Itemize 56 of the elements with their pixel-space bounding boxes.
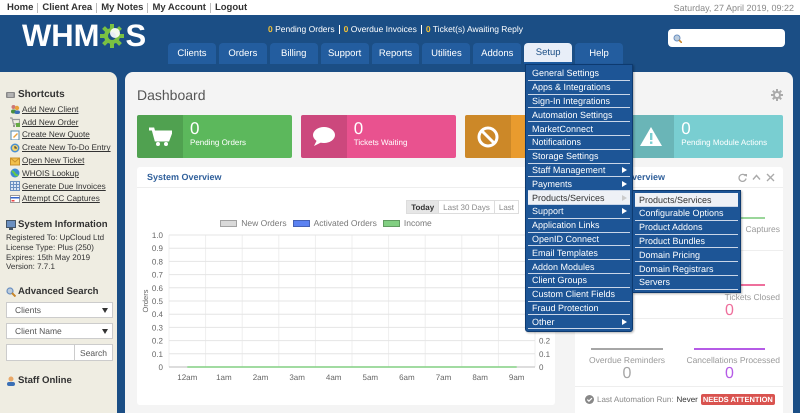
- axis-label: 0.9: [152, 244, 163, 254]
- metric-label: Tickets Closed: [724, 292, 780, 302]
- axis-label: 0.2: [152, 336, 163, 346]
- info-line: Registered To: UpCloud Ltd: [6, 233, 106, 244]
- axis-label: 4am: [326, 373, 342, 382]
- axis-label: 0.3: [152, 323, 163, 332]
- logo-text: S: [125, 20, 146, 50]
- card-count: 0: [681, 120, 691, 138]
- date-text: Saturday, 27 April 2019, 09:22: [674, 2, 794, 12]
- info-line: Version: 7.7.1: [6, 262, 56, 272]
- card-label: Pending Module Actions: [681, 138, 768, 147]
- axis-label: 7am: [436, 373, 452, 382]
- axis-label: 12am: [177, 373, 198, 382]
- axis-label: 0.4: [152, 310, 163, 320]
- card-count: 0: [354, 120, 364, 138]
- section-heading: Advanced Search: [18, 286, 99, 298]
- panel-title: verview: [632, 172, 666, 182]
- legend-label: Activated Orders: [314, 218, 377, 228]
- axis-label: 0.8: [152, 257, 163, 266]
- section-heading: System Information: [18, 219, 108, 230]
- info-line: License Type: Plus (250): [6, 243, 95, 253]
- section-heading: Shortcuts: [18, 89, 65, 100]
- axis-label: 0.5: [152, 297, 163, 306]
- axis-label: 0.1: [152, 350, 163, 359]
- axis-label: 0: [158, 363, 163, 372]
- axis-label: 0.2: [539, 336, 550, 346]
- axis-label: 0.1: [539, 350, 550, 359]
- axis-label: 9am: [508, 373, 524, 382]
- axis-label: 2am: [252, 373, 268, 382]
- metric-value: 0: [622, 366, 632, 382]
- metric-label: Captures: [746, 224, 780, 234]
- status-label: Last Automation Run:: [597, 395, 674, 404]
- legend-label: New Orders: [241, 218, 287, 228]
- axis-label: 3am: [289, 373, 305, 382]
- section-heading: Staff Online: [18, 375, 72, 386]
- axis-label: 0.7: [152, 270, 163, 280]
- card-label: Tickets Waiting: [354, 138, 408, 147]
- metric-value: 0: [725, 303, 734, 319]
- logo-text: WHM: [22, 20, 100, 50]
- legend-label: Income: [404, 218, 432, 228]
- panel-title: System Overview: [147, 172, 222, 182]
- card-label: Pending Orders: [190, 138, 246, 147]
- metric-label: Overdue Reminders: [588, 355, 666, 365]
- metric-label: Cancellations Processed: [686, 355, 780, 365]
- axis-label: 6am: [399, 373, 415, 382]
- card-count: 0: [190, 120, 200, 138]
- axis-label: 8am: [472, 373, 488, 382]
- metric-value: 0: [725, 366, 734, 382]
- axis-label: 5am: [362, 373, 378, 382]
- axis-label: 0.6: [152, 284, 163, 293]
- axis-label: 0: [539, 363, 544, 372]
- status-value: Never: [676, 395, 698, 404]
- axis-label: 1am: [216, 373, 232, 382]
- info-line: Expires: 15th May 2019: [6, 252, 92, 262]
- page-title: Dashboard: [137, 87, 206, 103]
- axis-label: 1.0: [152, 232, 163, 240]
